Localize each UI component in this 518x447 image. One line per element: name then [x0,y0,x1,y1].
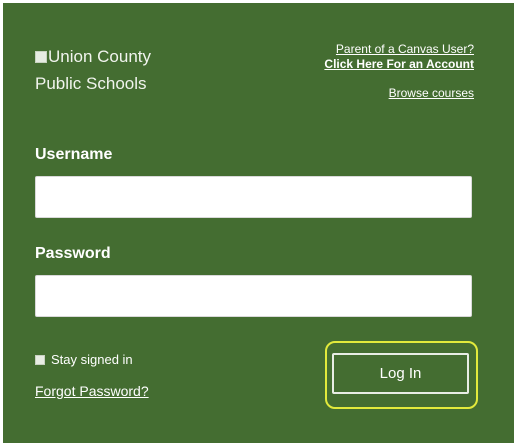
parent-of-canvas-user-link[interactable]: Parent of a Canvas User? [324,41,474,57]
forgot-password-link[interactable]: Forgot Password? [35,383,149,399]
school-logo: Union County Public Schools [35,43,235,97]
logo-line-1: Union County [35,43,235,70]
login-panel: Union County Public Schools Parent of a … [3,3,514,443]
stay-signed-in-checkbox[interactable] [35,354,45,365]
create-account-link[interactable]: Click Here For an Account [324,57,474,72]
login-button[interactable]: Log In [332,353,469,394]
stay-signed-in-label: Stay signed in [51,352,133,367]
username-input[interactable] [35,176,472,218]
logo-alt-text-line-2: Public Schools [35,74,147,93]
password-label: Password [35,245,111,262]
stay-signed-in[interactable]: Stay signed in [35,352,133,367]
logo-alt-text-line-1: Union County [48,47,152,66]
header-links: Parent of a Canvas User? Click Here For … [324,41,474,101]
username-label: Username [35,146,113,163]
browse-courses-link[interactable]: Browse courses [324,85,474,101]
password-input[interactable] [35,275,472,317]
broken-image-icon [35,51,47,63]
